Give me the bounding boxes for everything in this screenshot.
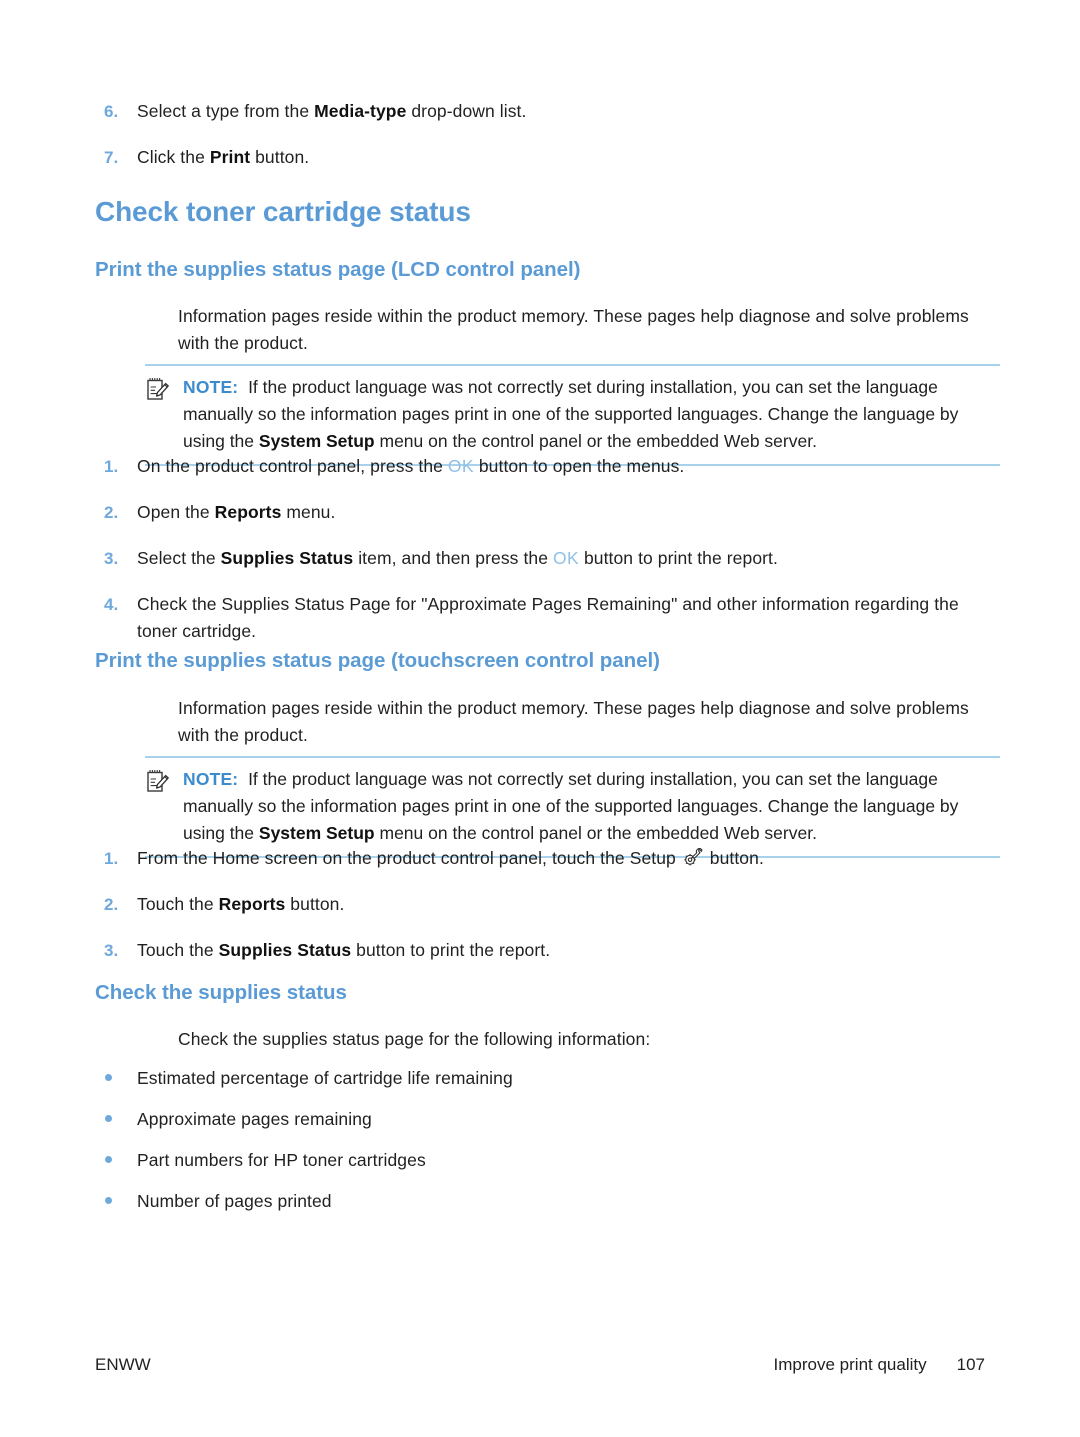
list-item: Number of pages printed: [95, 1188, 985, 1215]
emphasis-text: Reports: [218, 894, 286, 914]
list-item-text: Open the Reports menu.: [137, 499, 985, 526]
lcd-intro-paragraph: Information pages reside within the prod…: [178, 306, 969, 353]
run-text: item, and then press the: [353, 548, 553, 568]
list-item-text: Check the Supplies Status Page for "Appr…: [137, 591, 985, 645]
footer-page-number: 107: [956, 1355, 985, 1374]
emphasis-text: Supplies Status: [220, 548, 354, 568]
note-box-lcd: NOTE: If the product language was not co…: [145, 364, 1000, 466]
run-text: On the product control panel, press the: [137, 456, 448, 476]
bullet-dot-icon: [95, 1065, 137, 1092]
heading-check-supplies-status: Check the supplies status: [95, 981, 347, 1004]
list-item-text: Select the Supplies Status item, and the…: [137, 545, 985, 572]
run-text: Select the: [137, 548, 221, 568]
list-item: Estimated percentage of cartridge life r…: [95, 1065, 985, 1092]
run-text: button.: [285, 894, 345, 914]
document-page: 6. Select a type from the Media-type drop…: [0, 0, 1080, 1437]
page-footer: ENWW Improve print quality 107: [95, 1355, 985, 1375]
run-text: Click the: [137, 147, 210, 167]
note-pad-pencil-icon: [145, 376, 171, 402]
heading-lcd-control-panel: Print the supplies status page (LCD cont…: [95, 258, 581, 281]
list-item: 7. Click the Print button.: [95, 144, 985, 171]
page-title: Check toner cartridge status: [95, 196, 471, 227]
note-pad-pencil-icon: [145, 768, 171, 794]
note-text-touchscreen: If the product language was not correctl…: [183, 769, 958, 843]
list-item: 3. Select the Supplies Status item, and t…: [95, 545, 985, 572]
supplies-status-bullet-list: Estimated percentage of cartridge life r…: [95, 1065, 985, 1229]
heading-touchscreen-control-panel: Print the supplies status page (touchscr…: [95, 649, 660, 672]
list-item-text: Select a type from the Media-type drop-d…: [137, 98, 985, 125]
list-item-number: 2.: [104, 895, 119, 914]
lcd-steps-list: 1. On the product control panel, press th…: [95, 453, 985, 664]
list-item-number: 2.: [104, 503, 119, 522]
run-text: Touch the: [137, 940, 219, 960]
list-item: 2. Touch the Reports button.: [95, 891, 985, 918]
note-box-touchscreen: NOTE: If the product language was not co…: [145, 756, 1000, 858]
list-item-number: 4.: [104, 595, 119, 614]
list-item: Part numbers for HP toner cartridges: [95, 1147, 985, 1174]
list-item-number: 1.: [104, 849, 119, 868]
list-item-text: On the product control panel, press the …: [137, 453, 985, 480]
emphasis-text: System Setup: [258, 431, 375, 451]
ok-key-glyph: OK: [553, 548, 579, 568]
bullet-dot-icon: [95, 1188, 137, 1215]
list-item-text: Click the Print button.: [137, 144, 985, 171]
touchscreen-intro-paragraph: Information pages reside within the prod…: [178, 698, 969, 745]
list-item-number: 1.: [104, 457, 119, 476]
note-label-lcd: NOTE:: [183, 377, 239, 397]
emphasis-text: Supplies Status: [218, 940, 352, 960]
note-text-lcd: If the product language was not correctl…: [183, 377, 958, 451]
emphasis-text: System Setup: [258, 823, 375, 843]
list-item-number: 7.: [104, 148, 119, 167]
run-text: menu on the control panel or the embedde…: [374, 431, 817, 451]
run-text: drop-down list.: [406, 101, 527, 121]
list-item: 6. Select a type from the Media-type drop…: [95, 98, 985, 125]
list-item: 3. Touch the Supplies Status button to pr…: [95, 937, 985, 964]
list-item-text: Touch the Reports button.: [137, 891, 985, 918]
run-text: button to open the menus.: [473, 456, 685, 476]
list-item: 1. From the Home screen on the product co…: [95, 845, 985, 872]
note-label-touchscreen: NOTE:: [183, 769, 239, 789]
setup-wrench-gear-icon: [684, 848, 703, 866]
ok-key-glyph: OK: [447, 456, 474, 476]
list-item-text: Touch the Supplies Status button to prin…: [137, 937, 985, 964]
bullet-dot-icon: [95, 1147, 137, 1174]
run-text: button to print the report.: [579, 548, 778, 568]
list-item-text: Approximate pages remaining: [137, 1109, 372, 1129]
list-item: 2. Open the Reports menu.: [95, 499, 985, 526]
emphasis-text: Reports: [214, 502, 282, 522]
run-text: button to print the report.: [351, 940, 551, 960]
list-item-text: Number of pages printed: [137, 1191, 332, 1211]
run-text: menu on the control panel or the embedde…: [374, 823, 817, 843]
continued-steps-list: 6. Select a type from the Media-type drop…: [95, 98, 985, 190]
run-text: Check the Supplies Status Page for "Appr…: [137, 594, 959, 641]
emphasis-text: Print: [209, 147, 251, 167]
run-text: button.: [250, 147, 310, 167]
supplies-status-intro: Check the supplies status page for the f…: [178, 1029, 651, 1049]
list-item: 4. Check the Supplies Status Page for "Ap…: [95, 591, 985, 645]
run-text: From the Home screen on the product cont…: [137, 848, 681, 868]
run-text: Open the: [137, 502, 215, 522]
list-item-number: 6.: [104, 102, 119, 121]
run-text: Touch the: [137, 894, 219, 914]
footer-language-code: ENWW: [95, 1355, 151, 1374]
list-item-number: 3.: [104, 549, 119, 568]
run-text: Select a type from the: [137, 101, 315, 121]
list-item-text: Estimated percentage of cartridge life r…: [137, 1068, 513, 1088]
touchscreen-steps-list: 1. From the Home screen on the product co…: [95, 845, 985, 983]
list-item: 1. On the product control panel, press th…: [95, 453, 985, 480]
footer-chapter-title: Improve print quality: [773, 1355, 927, 1374]
bullet-dot-icon: [95, 1106, 137, 1133]
run-text: button.: [704, 848, 764, 868]
emphasis-text: Media-type: [314, 101, 407, 121]
list-item: Approximate pages remaining: [95, 1106, 985, 1133]
run-text: menu.: [281, 502, 336, 522]
list-item-text: From the Home screen on the product cont…: [137, 845, 985, 872]
list-item-number: 3.: [104, 941, 119, 960]
list-item-text: Part numbers for HP toner cartridges: [137, 1150, 426, 1170]
